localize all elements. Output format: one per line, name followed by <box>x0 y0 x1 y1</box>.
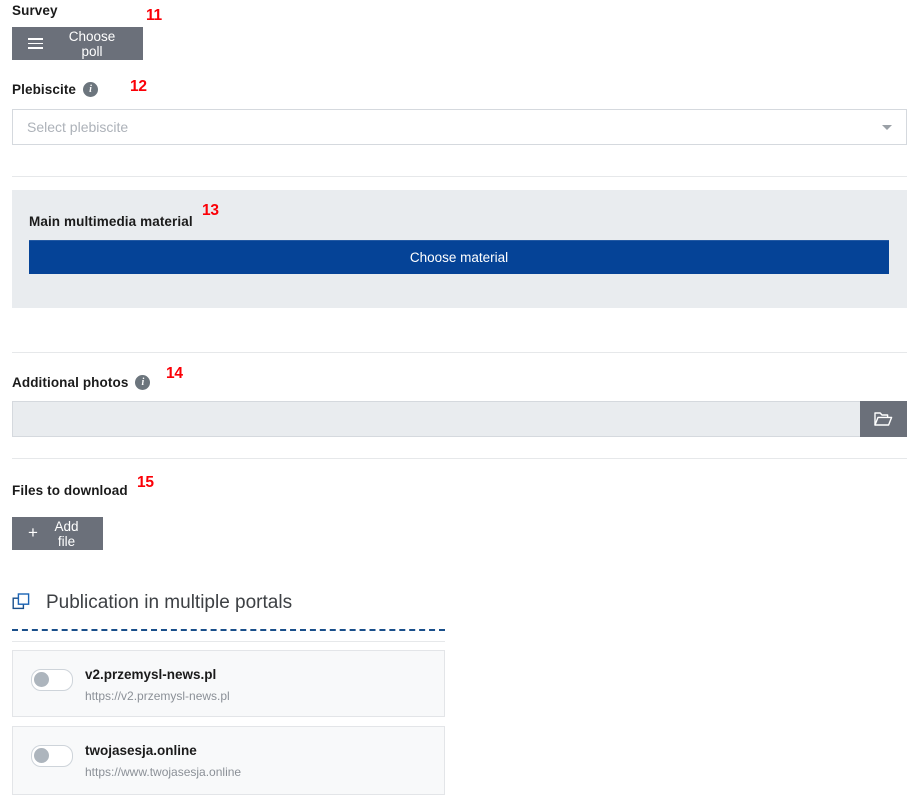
main-material-label: Main multimedia material <box>29 214 193 229</box>
add-file-button[interactable]: + Add file <box>12 517 103 550</box>
main-material-panel: Main multimedia material Choose material <box>12 190 907 308</box>
multi-portal-title-text: Publication in multiple portals <box>46 592 293 613</box>
toggle-knob <box>34 748 49 763</box>
portal-url: https://www.twojasesja.online <box>85 764 242 779</box>
plus-icon: + <box>28 523 38 542</box>
portal-card[interactable]: twojasesja.online https://www.twojasesja… <box>12 726 445 795</box>
copy-icon <box>12 593 30 610</box>
folder-open-icon <box>874 412 893 426</box>
toggle-knob <box>34 672 49 687</box>
add-file-button-label: Add file <box>54 518 79 549</box>
publication-form: Survey 11 Choose poll Plebiscite i 12 Se… <box>0 0 922 807</box>
info-icon[interactable]: i <box>135 375 151 390</box>
portal-toggle[interactable] <box>31 745 73 767</box>
additional-photos-label: Additional photos i <box>12 375 151 390</box>
portal-toggle[interactable] <box>31 669 73 691</box>
portal-row: v2.przemysl-news.pl https://v2.przemysl-… <box>13 651 444 703</box>
plebiscite-select[interactable]: Select plebiscite <box>12 109 907 145</box>
dashed-separator <box>12 629 445 631</box>
hamburger-icon <box>28 38 43 49</box>
portal-info: v2.przemysl-news.pl https://v2.przemysl-… <box>85 667 230 703</box>
survey-label: Survey <box>12 2 58 20</box>
plebiscite-label-text: Plebiscite <box>12 82 77 97</box>
additional-photos-input[interactable] <box>12 401 860 437</box>
chevron-down-icon <box>882 125 892 130</box>
survey-label-text: Survey <box>12 3 58 18</box>
separator-above-photos <box>12 352 907 353</box>
choose-material-button[interactable]: Choose material <box>29 240 889 274</box>
plebiscite-label: Plebiscite i <box>12 82 99 97</box>
portal-name: twojasesja.online <box>85 743 197 758</box>
choose-poll-button[interactable]: Choose poll <box>12 27 143 60</box>
browse-photos-button[interactable] <box>860 401 907 437</box>
annotation-11: 11 <box>146 7 162 24</box>
annotation-15: 15 <box>137 474 154 491</box>
info-icon[interactable]: i <box>83 82 99 97</box>
annotation-12: 12 <box>130 78 147 95</box>
portal-url: https://v2.przemysl-news.pl <box>85 688 230 703</box>
multi-portal-title: Publication in multiple portals <box>12 592 292 614</box>
additional-photos-file-group <box>12 401 907 437</box>
annotation-14: 14 <box>166 365 183 382</box>
additional-photos-label-text: Additional photos <box>12 375 129 390</box>
annotation-13: 13 <box>202 202 219 219</box>
choose-poll-button-label: Choose poll <box>68 28 116 59</box>
portal-name: v2.przemysl-news.pl <box>85 667 217 682</box>
plebiscite-select-placeholder: Select plebiscite <box>27 119 129 135</box>
separator-above-media <box>12 176 907 177</box>
separator-below-dashed <box>12 641 445 642</box>
portal-row: twojasesja.online https://www.twojasesja… <box>13 727 444 779</box>
files-to-download-label: Files to download <box>12 482 128 500</box>
files-to-download-label-text: Files to download <box>12 483 128 498</box>
portal-card[interactable]: v2.przemysl-news.pl https://v2.przemysl-… <box>12 650 445 717</box>
portal-info: twojasesja.online https://www.twojasesja… <box>85 743 242 779</box>
separator-above-files <box>12 458 907 459</box>
